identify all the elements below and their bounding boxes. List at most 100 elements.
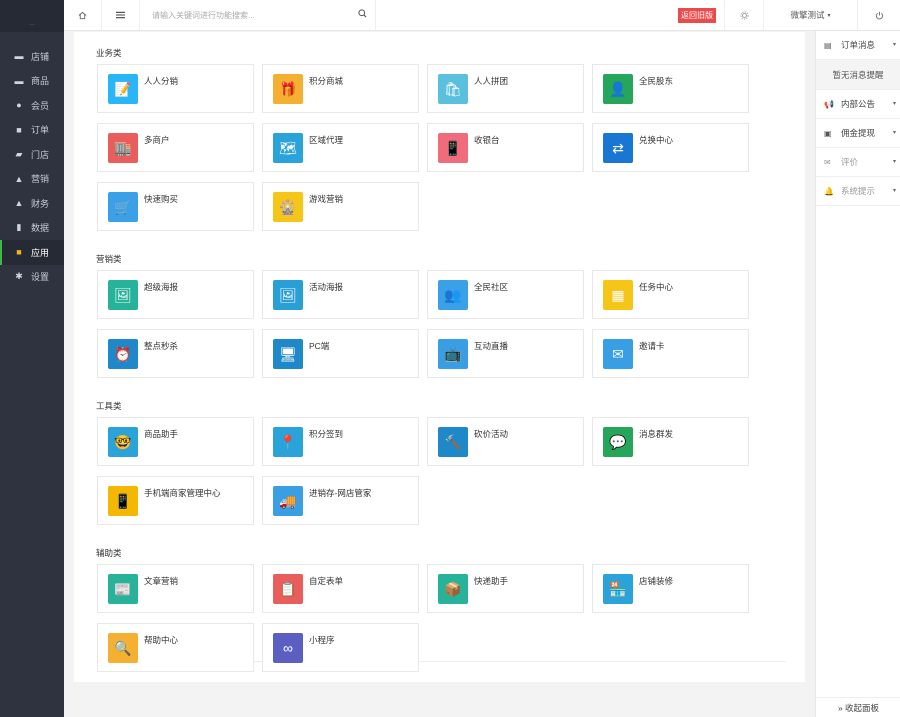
return-old-version-button[interactable]: 返回旧版 [678, 7, 716, 23]
app-label: 积分签到 [309, 429, 344, 439]
settings-icon: ✱ [15, 271, 23, 282]
app-label: 全民社区 [474, 282, 509, 292]
sidebar: ··· ▬ 店铺 ▬ 商品 ● 会员 ■ 订单 ▰ 门店 ▲ 营销 ▲ 财务 ▮ 数据 ■ 应用 ✱ 设置 [0, 0, 64, 717]
app-card[interactable]: 📺 互动直播 [427, 329, 584, 378]
app-label: 人人分销 [144, 76, 179, 86]
app-icon: 👥 [438, 280, 468, 310]
message-category-item[interactable]: ▣ 佣金提现 ▾ [816, 119, 900, 148]
app-label: 消息群发 [639, 429, 674, 439]
app-icon: 🔨 [438, 427, 468, 457]
sidebar-item-apps[interactable]: ■ 应用 [0, 240, 64, 265]
category-label: 佣金提现 [841, 128, 876, 138]
app-icon: 🎁 [273, 74, 303, 104]
app-card[interactable]: ∞ 小程序 [262, 623, 419, 672]
category-icon: ▣ [824, 128, 832, 138]
home-icon [78, 11, 87, 19]
app-card[interactable]: 💬 消息群发 [592, 417, 749, 466]
user-menu[interactable]: 微擎测试 ▾ [764, 0, 858, 30]
app-card[interactable]: ✉ 邀请卡 [592, 329, 749, 378]
app-glyph-icon: 📰 [114, 580, 132, 597]
sidebar-item-settings[interactable]: ✱ 设置 [0, 265, 64, 290]
app-card[interactable]: ⇄ 兑换中心 [592, 123, 749, 172]
sidebar-item-data[interactable]: ▮ 数据 [0, 216, 64, 241]
category-icon: 📢 [824, 99, 834, 109]
app-card[interactable]: ▦ 任务中心 [592, 270, 749, 319]
app-card[interactable]: 📋 自定表单 [262, 564, 419, 613]
app-card[interactable]: 🤓 商品助手 [97, 417, 254, 466]
hamburger-icon [116, 11, 125, 19]
app-card[interactable]: 📰 文章营销 [97, 564, 254, 613]
search-input[interactable] [152, 10, 322, 20]
app-glyph-icon: 🛍 [444, 80, 462, 97]
sidebar-nav: ▬ 店铺 ▬ 商品 ● 会员 ■ 订单 ▰ 门店 ▲ 营销 ▲ 财务 ▮ 数据 ■ 应用 ✱ 设置 [0, 44, 64, 289]
app-card[interactable]: 🏪 店铺装修 [592, 564, 749, 613]
message-category-item[interactable]: ✉ 评价 ▾ [816, 148, 900, 177]
data-icon: ▮ [16, 222, 22, 233]
app-card[interactable]: 🗺 区域代理 [262, 123, 419, 172]
app-glyph-icon: 📋 [279, 580, 297, 597]
app-glyph-icon: 📺 [444, 345, 462, 362]
app-card[interactable]: 🖥 PC端 [262, 329, 419, 378]
category-icon: ✉ [824, 157, 831, 167]
app-glyph-icon: ▦ [611, 286, 625, 303]
section-title: 营销类 [96, 254, 122, 264]
app-icon: 🎡 [273, 192, 303, 222]
sidebar-item-marketing[interactable]: ▲ 营销 [0, 167, 64, 192]
message-category-item[interactable]: 🔔 系统提示 ▾ [816, 177, 900, 206]
app-card[interactable]: 👤 全民股东 [592, 64, 749, 113]
app-icon: 📺 [438, 339, 468, 369]
app-icon: ▦ [603, 280, 633, 310]
sidebar-item-member[interactable]: ● 会员 [0, 93, 64, 118]
app-card[interactable]: 👥 全民社区 [427, 270, 584, 319]
app-card[interactable]: 🏬 多商户 [97, 123, 254, 172]
sidebar-item-label: 商品 [31, 76, 50, 87]
app-card[interactable]: 🛍 人人拼团 [427, 64, 584, 113]
app-label: 兑换中心 [639, 135, 674, 145]
sidebar-item-label: 设置 [31, 272, 50, 283]
app-card[interactable]: 📍 积分签到 [262, 417, 419, 466]
app-card[interactable]: 🎡 游戏营销 [262, 182, 419, 231]
finance-icon: ▲ [14, 198, 24, 209]
member-icon: ● [16, 100, 22, 111]
app-card[interactable]: 📱 手机端商家管理中心 [97, 476, 254, 525]
app-card[interactable]: 🛒 快速购买 [97, 182, 254, 231]
app-card[interactable]: 🔍 帮助中心 [97, 623, 254, 672]
search-icon[interactable] [358, 9, 367, 18]
app-glyph-icon: 📱 [114, 492, 132, 509]
app-card[interactable]: 🎁 积分商城 [262, 64, 419, 113]
menu-toggle-button[interactable] [102, 0, 140, 30]
app-glyph-icon: 🏪 [609, 580, 627, 597]
sidebar-item-order[interactable]: ■ 订单 [0, 118, 64, 143]
sidebar-item-label: 门店 [31, 149, 50, 160]
category-label: 系统提示 [841, 186, 876, 196]
sidebar-item-finance[interactable]: ▲ 财务 [0, 191, 64, 216]
app-card[interactable]: 🔨 砍价活动 [427, 417, 584, 466]
app-icon: ✉ [603, 339, 633, 369]
sidebar-item-store[interactable]: ▬ 店铺 [0, 44, 64, 69]
message-category-item[interactable]: 📢 内部公告 ▾ [816, 90, 900, 119]
app-glyph-icon: 🛒 [114, 198, 132, 215]
gear-icon [739, 10, 749, 20]
home-button[interactable] [64, 0, 102, 30]
sidebar-item-shop[interactable]: ▰ 门店 [0, 142, 64, 167]
message-panel: ▤ 订单消息 ▾ 暂无消息提醒 📢 内部公告 ▾ ▣ 佣金提现 ▾ ✉ 评价 ▾ 🔔 系统提示 ▾ »… [815, 31, 900, 717]
app-label: 邀请卡 [639, 341, 665, 351]
app-card[interactable]: ⏰ 整点秒杀 [97, 329, 254, 378]
collapse-panel-button[interactable]: » 收起面板 [816, 697, 900, 717]
app-card[interactable]: 🖼 超级海报 [97, 270, 254, 319]
app-card[interactable]: 📝 人人分销 [97, 64, 254, 113]
app-center: 业务类 📝 人人分销 🎁 积分商城 🛍 人人拼团 👤 全民股东 🏬 多商户 🗺 区域代理 📱 收银台 ⇄ 兑换中… [74, 32, 805, 682]
settings-button[interactable] [724, 0, 764, 30]
app-label: PC端 [309, 341, 330, 351]
logout-button[interactable] [858, 0, 900, 30]
app-label: 商品助手 [144, 429, 179, 439]
app-card[interactable]: 📦 快递助手 [427, 564, 584, 613]
order-message-toggle[interactable]: ▤ 订单消息 ▾ [816, 31, 900, 60]
sidebar-item-goods[interactable]: ▬ 商品 [0, 69, 64, 94]
app-label: 自定表单 [309, 576, 344, 586]
app-card[interactable]: 🖼 活动海报 [262, 270, 419, 319]
app-card[interactable]: 📱 收银台 [427, 123, 584, 172]
app-card[interactable]: 🚚 进销存-网店管家 [262, 476, 419, 525]
logo: ··· [0, 0, 64, 32]
app-icon: 🛒 [108, 192, 138, 222]
